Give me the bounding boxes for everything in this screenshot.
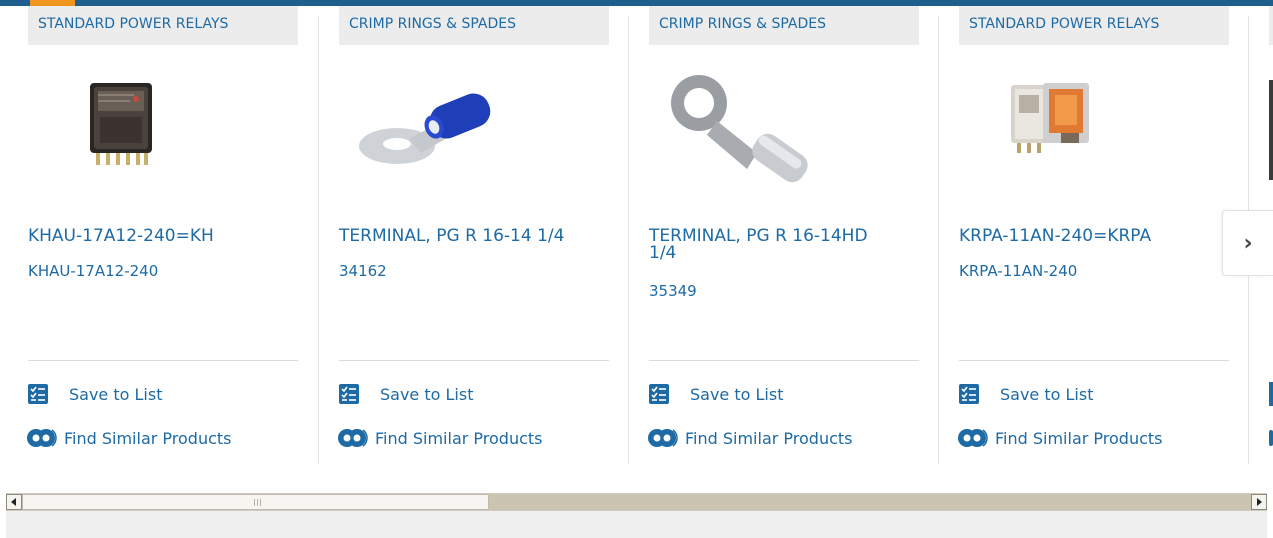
scrollbar-track[interactable] xyxy=(489,494,1251,510)
checklist-icon xyxy=(28,384,48,404)
find-similar-products-button[interactable]: Find Similar Products xyxy=(337,426,543,450)
save-to-list-label: Save to List xyxy=(380,384,474,404)
scrollbar-grip xyxy=(257,499,258,506)
product-part-number[interactable]: 34162 xyxy=(339,262,387,280)
find-similar-label: Find Similar Products xyxy=(995,428,1163,448)
gears-icon xyxy=(337,426,369,450)
chevron-right-icon: › xyxy=(1243,230,1253,256)
product-category[interactable]: STANDARD POWER RELAYS xyxy=(959,6,1229,45)
product-carousel: STANDARD POWER RELAYS KHAU-17A12-240=KH … xyxy=(0,6,1273,486)
card-divider xyxy=(339,360,609,361)
footer-strip xyxy=(6,511,1267,538)
card-divider xyxy=(28,360,298,361)
checklist-icon xyxy=(649,384,669,404)
product-title-link[interactable]: TERMINAL, PG R 16-14 1/4 xyxy=(339,228,604,245)
scrollbar-grip xyxy=(254,499,255,506)
product-part-number[interactable]: 35349 xyxy=(649,282,697,300)
find-similar-label: Find Similar Products xyxy=(685,428,853,448)
gears-icon xyxy=(647,426,679,450)
find-similar-label: Find Similar Products xyxy=(375,428,543,448)
product-card: STANDARD POWER RELAYS KRPA-11AN-240=KRPA… xyxy=(957,6,1229,466)
checklist-icon-partial xyxy=(1269,382,1273,406)
product-title-link[interactable]: KRPA-11AN-240=KRPA xyxy=(959,228,1224,245)
product-title-link[interactable]: KHAU-17A12-240=KH xyxy=(28,228,293,245)
card-divider xyxy=(649,360,919,361)
horizontal-scrollbar[interactable] xyxy=(6,493,1267,511)
scrollbar-thumb[interactable] xyxy=(22,494,489,510)
product-category[interactable]: CRIMP RINGS & SPADES xyxy=(649,6,919,45)
save-to-list-label: Save to List xyxy=(1000,384,1094,404)
card-separator xyxy=(938,16,939,464)
card-divider xyxy=(959,360,1229,361)
find-similar-label: Find Similar Products xyxy=(64,428,232,448)
relay-khau-icon[interactable] xyxy=(38,61,188,191)
save-to-list-label: Save to List xyxy=(690,384,784,404)
product-title-line: 1/4 xyxy=(649,243,677,263)
find-similar-products-button[interactable]: Find Similar Products xyxy=(647,426,853,450)
checklist-icon xyxy=(959,384,979,404)
product-card: STANDARD POWER RELAYS KHAU-17A12-240=KH … xyxy=(26,6,298,466)
card-separator xyxy=(628,16,629,464)
gears-icon xyxy=(26,426,58,450)
save-to-list-button[interactable]: Save to List xyxy=(649,382,783,406)
insulated-ring-terminal-icon[interactable] xyxy=(349,61,499,191)
product-title-line: TERMINAL, PG R 16-14HD xyxy=(649,226,868,246)
gears-icon-partial xyxy=(1269,430,1273,446)
save-to-list-label: Save to List xyxy=(69,384,163,404)
product-category[interactable]: CRIMP RINGS & SPADES xyxy=(339,6,609,45)
bare-ring-terminal-icon[interactable] xyxy=(659,61,809,191)
product-category-partial xyxy=(1269,6,1273,45)
carousel-next-button[interactable]: › xyxy=(1222,210,1273,276)
save-to-list-button[interactable]: Save to List xyxy=(959,382,1093,406)
product-title-link[interactable]: TERMINAL, PG R 16-14HD 1/4 xyxy=(649,228,914,262)
product-category[interactable]: STANDARD POWER RELAYS xyxy=(28,6,298,45)
scroll-left-arrow-icon[interactable] xyxy=(6,494,22,510)
product-part-number[interactable]: KHAU-17A12-240 xyxy=(28,262,158,280)
product-card: CRIMP RINGS & SPADES TERMINAL, PG R 16-1… xyxy=(647,6,919,466)
save-to-list-button[interactable]: Save to List xyxy=(28,382,162,406)
save-to-list-button[interactable]: Save to List xyxy=(339,382,473,406)
scrollbar-grip xyxy=(260,499,261,506)
product-part-number[interactable]: KRPA-11AN-240 xyxy=(959,262,1077,280)
checklist-icon xyxy=(339,384,359,404)
gears-icon xyxy=(957,426,989,450)
product-card: CRIMP RINGS & SPADES TERMINAL, PG R 16-1… xyxy=(337,6,609,466)
product-carousel-page: STANDARD POWER RELAYS KHAU-17A12-240=KH … xyxy=(0,0,1273,538)
find-similar-products-button[interactable]: Find Similar Products xyxy=(26,426,232,450)
find-similar-products-button[interactable]: Find Similar Products xyxy=(957,426,1163,450)
product-image-partial xyxy=(1269,80,1273,180)
relay-krpa-icon[interactable] xyxy=(969,61,1119,191)
scroll-right-arrow-icon[interactable] xyxy=(1251,494,1267,510)
card-separator xyxy=(318,16,319,464)
